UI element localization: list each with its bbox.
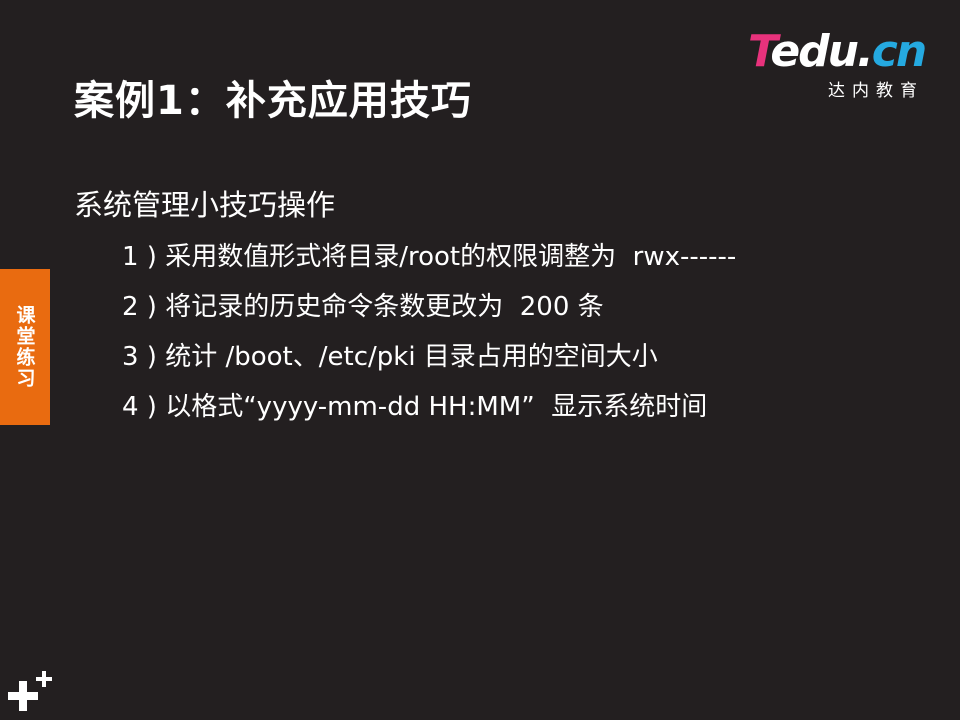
task-item-4: 4 ) 以格式“yyyy-mm-dd HH:MM” 显示系统时间 xyxy=(122,392,708,422)
side-tab: 课堂练习 xyxy=(0,269,50,425)
side-tab-label: 课堂练习 xyxy=(13,305,36,389)
task-list: 1 ) 采用数值形式将目录/root的权限调整为 rwx------ 2 ) 将… xyxy=(122,232,736,432)
logo-letter-t: T xyxy=(748,26,772,77)
section-heading: 系统管理小技巧操作 xyxy=(74,188,336,222)
logo-wordmark: Tedu.cn xyxy=(748,26,927,77)
task-item-1: 1 ) 采用数值形式将目录/root的权限调整为 rwx------ xyxy=(122,242,737,272)
tedu-logo: Tedu.cn 达内教育 xyxy=(748,26,934,102)
logo-subtitle: 达内教育 xyxy=(828,81,924,101)
task-item-3: 3 ) 统计 /boot、/etc/pki 目录占用的空间大小 xyxy=(122,342,658,372)
logo-letters-edu: edu. xyxy=(770,26,873,77)
task-item-2: 2 ) 将记录的历史命令条数更改为 200 条 xyxy=(122,292,604,322)
plus-icon xyxy=(8,671,52,711)
slide-title: 案例1：补充应用技巧 xyxy=(74,78,472,124)
logo-letters-cn: cn xyxy=(871,26,927,77)
